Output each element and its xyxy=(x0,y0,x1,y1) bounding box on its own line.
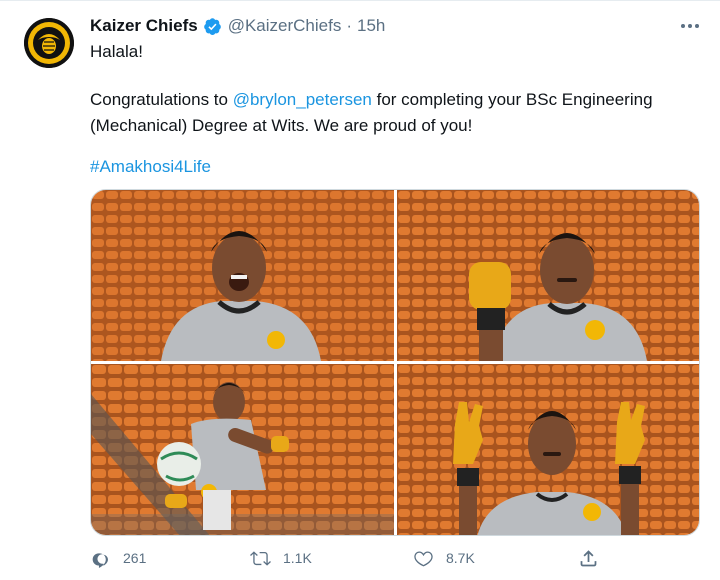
tweet-text-line-2: Congratulations to @brylon_petersen for … xyxy=(90,87,653,113)
more-options-button[interactable] xyxy=(675,14,705,38)
author-name[interactable]: Kaizer Chiefs xyxy=(90,16,198,36)
reply-icon xyxy=(92,552,108,568)
more-dots-icon xyxy=(681,24,699,28)
retweet-button[interactable]: 1.1K xyxy=(250,544,312,572)
separator-dot: · xyxy=(346,16,353,35)
player-ball-photo-icon xyxy=(91,364,394,535)
photo-3[interactable] xyxy=(91,364,394,535)
share-icon xyxy=(580,549,597,566)
tweet-card[interactable]: Kaizer Chiefs @KaizerChiefs · 15h Halala… xyxy=(0,0,720,580)
heart-icon xyxy=(414,550,433,566)
author-handle[interactable]: @KaizerChiefs xyxy=(228,16,342,36)
action-bar: 261 1.1K 8.7K xyxy=(90,544,610,572)
reply-button[interactable]: 261 xyxy=(90,544,146,572)
tweet-text-line-1: Halala! xyxy=(90,42,143,61)
photo-2[interactable] xyxy=(397,190,699,361)
reply-count: 261 xyxy=(123,550,147,566)
photo-1[interactable] xyxy=(91,190,394,361)
photo-4[interactable] xyxy=(397,364,699,535)
player-celebrating-photo-icon xyxy=(91,190,394,361)
retweet-icon xyxy=(250,550,271,566)
tweet-timestamp[interactable]: 15h xyxy=(357,16,385,36)
kaizer-chiefs-logo-icon xyxy=(24,18,74,68)
media-grid xyxy=(90,189,700,536)
mention-link[interactable]: @brylon_petersen xyxy=(233,90,372,109)
player-fist-photo-icon xyxy=(397,190,699,361)
retweet-count: 1.1K xyxy=(283,550,312,566)
like-button[interactable]: 8.7K xyxy=(413,544,475,572)
tweet-text: for completing your BSc Engineering xyxy=(371,90,653,109)
tweet-text-line-3: (Mechanical) Degree at Wits. We are prou… xyxy=(90,116,473,135)
verified-badge-icon xyxy=(203,17,221,35)
like-count: 8.7K xyxy=(446,550,475,566)
tweet-header: Kaizer Chiefs @KaizerChiefs · 15h xyxy=(90,15,385,37)
tweet-text: Congratulations to xyxy=(90,90,233,109)
hashtag-link[interactable]: #Amakhosi4Life xyxy=(90,154,211,180)
share-button[interactable] xyxy=(578,544,611,572)
player-gloves-up-photo-icon xyxy=(397,364,699,535)
author-avatar[interactable] xyxy=(24,18,74,68)
